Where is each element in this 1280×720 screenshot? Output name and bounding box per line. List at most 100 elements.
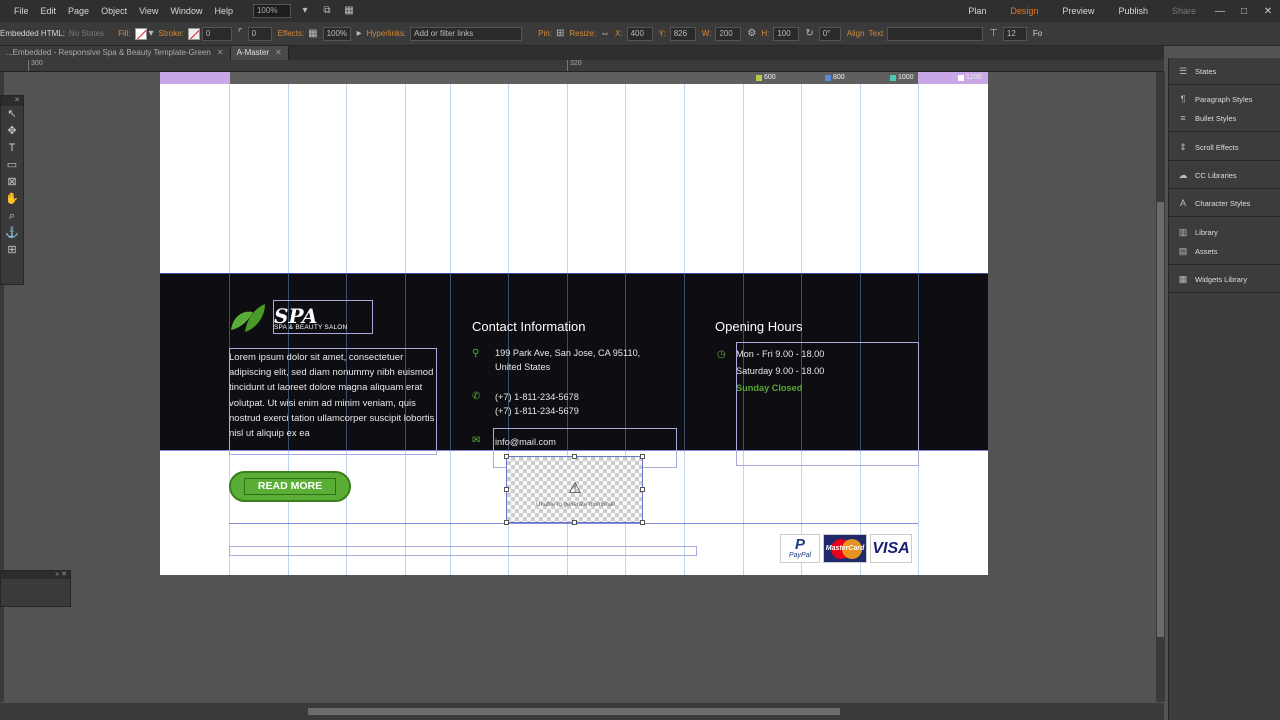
close-tab-icon[interactable]: ✕ bbox=[275, 46, 282, 60]
text-tool-icon[interactable]: T bbox=[1, 140, 23, 157]
text-label[interactable]: Text bbox=[869, 29, 884, 38]
y-field[interactable]: 826 bbox=[669, 26, 696, 41]
fill-label[interactable]: Fill: bbox=[118, 29, 130, 38]
anchor-tool-icon[interactable]: ⚓ bbox=[1, 225, 23, 242]
tools-panel-header[interactable]: ✕ bbox=[1, 96, 23, 106]
crop-tool-icon[interactable]: ✥ bbox=[1, 123, 23, 140]
mode-share[interactable]: Share bbox=[1160, 6, 1208, 16]
stroke-swatch[interactable] bbox=[187, 27, 200, 40]
minimize-button[interactable]: — bbox=[1208, 6, 1232, 17]
x-field[interactable]: 400 bbox=[626, 26, 653, 41]
scroll-thumb[interactable] bbox=[1157, 202, 1164, 637]
rotation-field[interactable]: 0° bbox=[818, 26, 841, 41]
floating-panel[interactable]: » ✕ bbox=[0, 570, 71, 607]
vertical-scrollbar[interactable] bbox=[1156, 72, 1165, 702]
menu-window[interactable]: Window bbox=[164, 6, 208, 16]
panel-character-styles[interactable]: A Character Styles bbox=[1169, 194, 1280, 212]
tab-a-master[interactable]: A-Master ✕ bbox=[230, 46, 289, 60]
panel-scroll-effects[interactable]: ⇕ Scroll Effects bbox=[1169, 138, 1280, 156]
stroke-label[interactable]: Stroke: bbox=[159, 29, 184, 38]
breakpoint-marker[interactable]: 1200 bbox=[958, 72, 982, 84]
resize-handle[interactable] bbox=[504, 520, 509, 525]
breakpoint-marker[interactable]: 800 bbox=[825, 72, 845, 84]
resize-handle[interactable] bbox=[572, 454, 577, 459]
resize-handle[interactable] bbox=[572, 520, 577, 525]
hand-tool-icon[interactable]: ✋ bbox=[1, 191, 23, 208]
scroll-thumb[interactable] bbox=[308, 708, 840, 715]
corner-radius-field[interactable]: 0 bbox=[247, 26, 272, 41]
resize-label[interactable]: Resize: bbox=[569, 29, 596, 38]
states-value[interactable]: No States bbox=[69, 29, 104, 38]
close-tab-icon[interactable]: ✕ bbox=[217, 46, 224, 60]
resize-handle[interactable] bbox=[640, 487, 645, 492]
rectangle-tool-icon[interactable]: ▭ bbox=[1, 157, 23, 174]
hyperlinks-field[interactable]: Add or filter links bbox=[410, 26, 523, 41]
mode-preview[interactable]: Preview bbox=[1050, 6, 1106, 16]
w-field[interactable]: 200 bbox=[715, 26, 742, 41]
panel-widgets-library[interactable]: ▦ Widgets Library bbox=[1169, 270, 1280, 288]
resize-handle[interactable] bbox=[640, 454, 645, 459]
breakpoint-marker[interactable]: 600 bbox=[756, 72, 776, 84]
logo-frame[interactable] bbox=[273, 300, 373, 334]
zoom-tool-icon[interactable]: ⌕ bbox=[1, 208, 23, 225]
breakpoint-bar[interactable]: 600 800 1000 1200 bbox=[160, 72, 988, 84]
read-more-button[interactable]: READ MORE bbox=[229, 471, 351, 502]
arrange-icon[interactable]: ⧉ bbox=[319, 4, 335, 18]
breakpoint-marker[interactable]: 1000 bbox=[890, 72, 914, 84]
fill-dropdown-icon[interactable]: ▾ bbox=[149, 28, 154, 39]
maximize-button[interactable]: □ bbox=[1232, 6, 1256, 17]
opacity-field[interactable]: 100% bbox=[322, 26, 351, 41]
menu-object[interactable]: Object bbox=[95, 6, 133, 16]
mode-plan[interactable]: Plan bbox=[956, 6, 998, 16]
fill-swatch[interactable] bbox=[134, 27, 147, 40]
menu-file[interactable]: File bbox=[0, 6, 35, 16]
zoom-select[interactable]: 100% bbox=[252, 4, 291, 18]
panel-bullet-styles[interactable]: ≡ Bullet Styles bbox=[1169, 109, 1280, 127]
copyright-frame[interactable] bbox=[229, 546, 697, 556]
selection-tool-icon[interactable]: ↖ bbox=[1, 106, 23, 123]
view-options-icon[interactable]: ▦ bbox=[341, 4, 357, 18]
menu-help[interactable]: Help bbox=[208, 6, 239, 16]
link-dimensions-icon[interactable]: ⚙ bbox=[747, 28, 756, 39]
panel-cc-libraries[interactable]: ☁ CC Libraries bbox=[1169, 166, 1280, 184]
close-button[interactable]: ✕ bbox=[1256, 6, 1280, 17]
tab-spa-template[interactable]: ...Embedded - Responsive Spa & Beauty Te… bbox=[0, 46, 231, 60]
floating-panel-header[interactable]: » ✕ bbox=[1, 571, 70, 579]
font-size-field[interactable]: 12 bbox=[1002, 26, 1027, 41]
grid-tool-icon[interactable]: ⊞ bbox=[1, 242, 23, 259]
align-label[interactable]: Align bbox=[847, 29, 865, 38]
pin-label[interactable]: Pin: bbox=[538, 29, 552, 38]
description-frame[interactable] bbox=[229, 348, 437, 455]
mode-design[interactable]: Design bbox=[998, 6, 1050, 16]
effects-arrow-icon[interactable]: ▸ bbox=[357, 28, 362, 39]
panel-states[interactable]: ☰ States bbox=[1169, 62, 1280, 80]
mode-publish[interactable]: Publish bbox=[1106, 6, 1160, 16]
panel-paragraph-styles[interactable]: ¶ Paragraph Styles bbox=[1169, 90, 1280, 108]
canvas-page[interactable]: SPA SPA & BEAUTY SALON Lorem ipsum dolor… bbox=[160, 84, 988, 575]
font-family-field[interactable] bbox=[887, 26, 984, 41]
panel-library[interactable]: ▥ Library bbox=[1169, 223, 1280, 241]
menu-edit[interactable]: Edit bbox=[35, 6, 63, 16]
stroke-width-field[interactable]: 0 bbox=[201, 26, 232, 41]
resize-handle[interactable] bbox=[504, 454, 509, 459]
horizontal-scrollbar[interactable] bbox=[0, 703, 1164, 720]
menu-page[interactable]: Page bbox=[62, 6, 95, 16]
corner-icon[interactable]: ⌜ bbox=[238, 28, 243, 39]
resize-icon[interactable]: ⇔ bbox=[600, 28, 610, 39]
menu-view[interactable]: View bbox=[133, 6, 164, 16]
panel-divider bbox=[1168, 84, 1280, 85]
image-frame-tool-icon[interactable]: ⊠ bbox=[1, 174, 23, 191]
embedded-html-placeholder[interactable]: ⚠ Unable to generate thumbnail bbox=[504, 454, 645, 525]
resize-handle[interactable] bbox=[504, 487, 509, 492]
effects-label[interactable]: Effects: bbox=[278, 29, 305, 38]
panel-assets[interactable]: ▤ Assets bbox=[1169, 242, 1280, 260]
resize-handle[interactable] bbox=[640, 520, 645, 525]
hyperlinks-label[interactable]: Hyperlinks: bbox=[367, 29, 407, 38]
hours-frame[interactable] bbox=[736, 342, 919, 466]
pin-grid-icon[interactable]: ⊞ bbox=[556, 28, 564, 39]
zoom-dropdown-icon[interactable]: ▾ bbox=[297, 4, 313, 18]
horizontal-ruler[interactable]: 300 320 bbox=[0, 60, 1164, 72]
rotate-icon[interactable]: ↻ bbox=[805, 28, 813, 39]
font-style-label[interactable]: Fo bbox=[1033, 29, 1042, 38]
h-field[interactable]: 100 bbox=[773, 26, 800, 41]
